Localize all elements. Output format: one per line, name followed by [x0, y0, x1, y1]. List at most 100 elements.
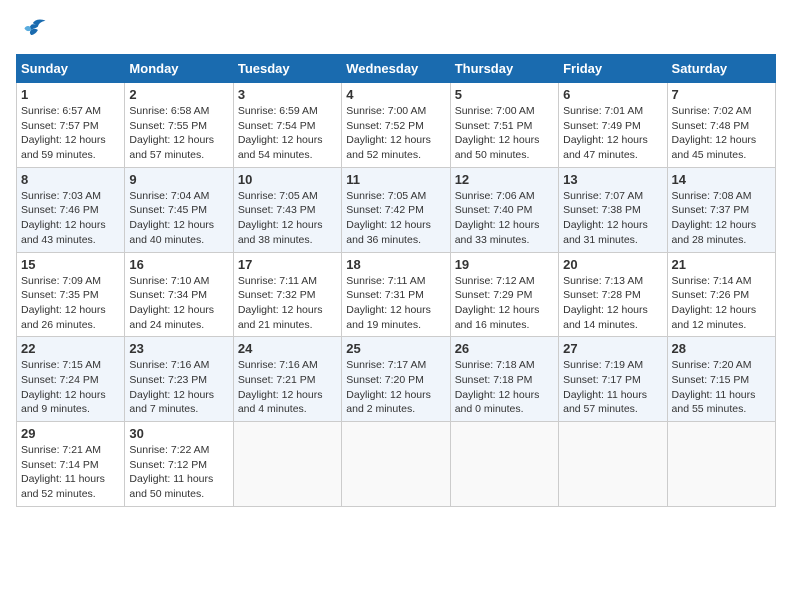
- day-info: Sunrise: 7:11 AMSunset: 7:31 PMDaylight:…: [346, 274, 445, 333]
- calendar-cell: 12 Sunrise: 7:06 AMSunset: 7:40 PMDaylig…: [450, 167, 558, 252]
- day-info: Sunrise: 7:08 AMSunset: 7:37 PMDaylight:…: [672, 189, 771, 248]
- day-info: Sunrise: 7:11 AMSunset: 7:32 PMDaylight:…: [238, 274, 337, 333]
- calendar-week-3: 15 Sunrise: 7:09 AMSunset: 7:35 PMDaylig…: [17, 252, 776, 337]
- day-info: Sunrise: 7:00 AMSunset: 7:51 PMDaylight:…: [455, 104, 554, 163]
- calendar-cell: [450, 422, 558, 507]
- day-info: Sunrise: 7:13 AMSunset: 7:28 PMDaylight:…: [563, 274, 662, 333]
- calendar-cell: 29 Sunrise: 7:21 AMSunset: 7:14 PMDaylig…: [17, 422, 125, 507]
- day-info: Sunrise: 7:19 AMSunset: 7:17 PMDaylight:…: [563, 358, 662, 417]
- day-number: 9: [129, 172, 228, 187]
- day-number: 2: [129, 87, 228, 102]
- day-number: 23: [129, 341, 228, 356]
- calendar-cell: [667, 422, 775, 507]
- calendar-cell: 2 Sunrise: 6:58 AMSunset: 7:55 PMDayligh…: [125, 83, 233, 168]
- day-info: Sunrise: 7:00 AMSunset: 7:52 PMDaylight:…: [346, 104, 445, 163]
- day-number: 6: [563, 87, 662, 102]
- calendar-cell: 28 Sunrise: 7:20 AMSunset: 7:15 PMDaylig…: [667, 337, 775, 422]
- weekday-header-thursday: Thursday: [450, 55, 558, 83]
- weekday-header-monday: Monday: [125, 55, 233, 83]
- calendar-cell: 21 Sunrise: 7:14 AMSunset: 7:26 PMDaylig…: [667, 252, 775, 337]
- day-info: Sunrise: 7:20 AMSunset: 7:15 PMDaylight:…: [672, 358, 771, 417]
- calendar-cell: 19 Sunrise: 7:12 AMSunset: 7:29 PMDaylig…: [450, 252, 558, 337]
- day-info: Sunrise: 7:10 AMSunset: 7:34 PMDaylight:…: [129, 274, 228, 333]
- weekday-header-friday: Friday: [559, 55, 667, 83]
- day-number: 10: [238, 172, 337, 187]
- calendar-cell: 11 Sunrise: 7:05 AMSunset: 7:42 PMDaylig…: [342, 167, 450, 252]
- day-info: Sunrise: 6:59 AMSunset: 7:54 PMDaylight:…: [238, 104, 337, 163]
- calendar-cell: 3 Sunrise: 6:59 AMSunset: 7:54 PMDayligh…: [233, 83, 341, 168]
- calendar-cell: 9 Sunrise: 7:04 AMSunset: 7:45 PMDayligh…: [125, 167, 233, 252]
- calendar-cell: 10 Sunrise: 7:05 AMSunset: 7:43 PMDaylig…: [233, 167, 341, 252]
- logo-bird-icon: [16, 16, 48, 44]
- logo: [16, 16, 52, 44]
- day-info: Sunrise: 7:15 AMSunset: 7:24 PMDaylight:…: [21, 358, 120, 417]
- day-info: Sunrise: 7:18 AMSunset: 7:18 PMDaylight:…: [455, 358, 554, 417]
- day-info: Sunrise: 7:14 AMSunset: 7:26 PMDaylight:…: [672, 274, 771, 333]
- calendar-week-5: 29 Sunrise: 7:21 AMSunset: 7:14 PMDaylig…: [17, 422, 776, 507]
- day-number: 21: [672, 257, 771, 272]
- day-number: 19: [455, 257, 554, 272]
- day-number: 3: [238, 87, 337, 102]
- calendar-cell: 8 Sunrise: 7:03 AMSunset: 7:46 PMDayligh…: [17, 167, 125, 252]
- day-number: 24: [238, 341, 337, 356]
- calendar-header-row: SundayMondayTuesdayWednesdayThursdayFrid…: [17, 55, 776, 83]
- day-info: Sunrise: 7:02 AMSunset: 7:48 PMDaylight:…: [672, 104, 771, 163]
- day-number: 13: [563, 172, 662, 187]
- calendar-cell: [233, 422, 341, 507]
- day-info: Sunrise: 7:09 AMSunset: 7:35 PMDaylight:…: [21, 274, 120, 333]
- day-info: Sunrise: 7:16 AMSunset: 7:23 PMDaylight:…: [129, 358, 228, 417]
- calendar-week-4: 22 Sunrise: 7:15 AMSunset: 7:24 PMDaylig…: [17, 337, 776, 422]
- calendar-cell: 20 Sunrise: 7:13 AMSunset: 7:28 PMDaylig…: [559, 252, 667, 337]
- day-number: 12: [455, 172, 554, 187]
- day-number: 7: [672, 87, 771, 102]
- day-number: 11: [346, 172, 445, 187]
- day-number: 20: [563, 257, 662, 272]
- calendar-cell: 18 Sunrise: 7:11 AMSunset: 7:31 PMDaylig…: [342, 252, 450, 337]
- calendar-cell: 6 Sunrise: 7:01 AMSunset: 7:49 PMDayligh…: [559, 83, 667, 168]
- day-number: 17: [238, 257, 337, 272]
- day-number: 26: [455, 341, 554, 356]
- day-info: Sunrise: 7:22 AMSunset: 7:12 PMDaylight:…: [129, 443, 228, 502]
- calendar-week-1: 1 Sunrise: 6:57 AMSunset: 7:57 PMDayligh…: [17, 83, 776, 168]
- day-info: Sunrise: 7:12 AMSunset: 7:29 PMDaylight:…: [455, 274, 554, 333]
- day-info: Sunrise: 7:01 AMSunset: 7:49 PMDaylight:…: [563, 104, 662, 163]
- day-number: 15: [21, 257, 120, 272]
- day-info: Sunrise: 7:17 AMSunset: 7:20 PMDaylight:…: [346, 358, 445, 417]
- calendar-cell: 15 Sunrise: 7:09 AMSunset: 7:35 PMDaylig…: [17, 252, 125, 337]
- day-number: 5: [455, 87, 554, 102]
- day-info: Sunrise: 7:16 AMSunset: 7:21 PMDaylight:…: [238, 358, 337, 417]
- day-info: Sunrise: 7:05 AMSunset: 7:42 PMDaylight:…: [346, 189, 445, 248]
- day-info: Sunrise: 7:03 AMSunset: 7:46 PMDaylight:…: [21, 189, 120, 248]
- day-info: Sunrise: 7:04 AMSunset: 7:45 PMDaylight:…: [129, 189, 228, 248]
- calendar-cell: 26 Sunrise: 7:18 AMSunset: 7:18 PMDaylig…: [450, 337, 558, 422]
- weekday-header-tuesday: Tuesday: [233, 55, 341, 83]
- day-number: 25: [346, 341, 445, 356]
- calendar-week-2: 8 Sunrise: 7:03 AMSunset: 7:46 PMDayligh…: [17, 167, 776, 252]
- calendar-cell: 27 Sunrise: 7:19 AMSunset: 7:17 PMDaylig…: [559, 337, 667, 422]
- day-number: 18: [346, 257, 445, 272]
- weekday-header-wednesday: Wednesday: [342, 55, 450, 83]
- day-info: Sunrise: 6:58 AMSunset: 7:55 PMDaylight:…: [129, 104, 228, 163]
- calendar-cell: 17 Sunrise: 7:11 AMSunset: 7:32 PMDaylig…: [233, 252, 341, 337]
- calendar-table: SundayMondayTuesdayWednesdayThursdayFrid…: [16, 54, 776, 507]
- calendar-cell: 7 Sunrise: 7:02 AMSunset: 7:48 PMDayligh…: [667, 83, 775, 168]
- page-header: [16, 16, 776, 44]
- calendar-cell: 30 Sunrise: 7:22 AMSunset: 7:12 PMDaylig…: [125, 422, 233, 507]
- calendar-cell: 16 Sunrise: 7:10 AMSunset: 7:34 PMDaylig…: [125, 252, 233, 337]
- day-info: Sunrise: 7:05 AMSunset: 7:43 PMDaylight:…: [238, 189, 337, 248]
- calendar-cell: 23 Sunrise: 7:16 AMSunset: 7:23 PMDaylig…: [125, 337, 233, 422]
- day-info: Sunrise: 7:07 AMSunset: 7:38 PMDaylight:…: [563, 189, 662, 248]
- day-info: Sunrise: 6:57 AMSunset: 7:57 PMDaylight:…: [21, 104, 120, 163]
- calendar-cell: 14 Sunrise: 7:08 AMSunset: 7:37 PMDaylig…: [667, 167, 775, 252]
- weekday-header-saturday: Saturday: [667, 55, 775, 83]
- day-info: Sunrise: 7:06 AMSunset: 7:40 PMDaylight:…: [455, 189, 554, 248]
- calendar-cell: [342, 422, 450, 507]
- day-number: 8: [21, 172, 120, 187]
- day-number: 22: [21, 341, 120, 356]
- day-number: 29: [21, 426, 120, 441]
- calendar-cell: 25 Sunrise: 7:17 AMSunset: 7:20 PMDaylig…: [342, 337, 450, 422]
- day-info: Sunrise: 7:21 AMSunset: 7:14 PMDaylight:…: [21, 443, 120, 502]
- calendar-cell: 4 Sunrise: 7:00 AMSunset: 7:52 PMDayligh…: [342, 83, 450, 168]
- calendar-cell: 13 Sunrise: 7:07 AMSunset: 7:38 PMDaylig…: [559, 167, 667, 252]
- calendar-cell: 5 Sunrise: 7:00 AMSunset: 7:51 PMDayligh…: [450, 83, 558, 168]
